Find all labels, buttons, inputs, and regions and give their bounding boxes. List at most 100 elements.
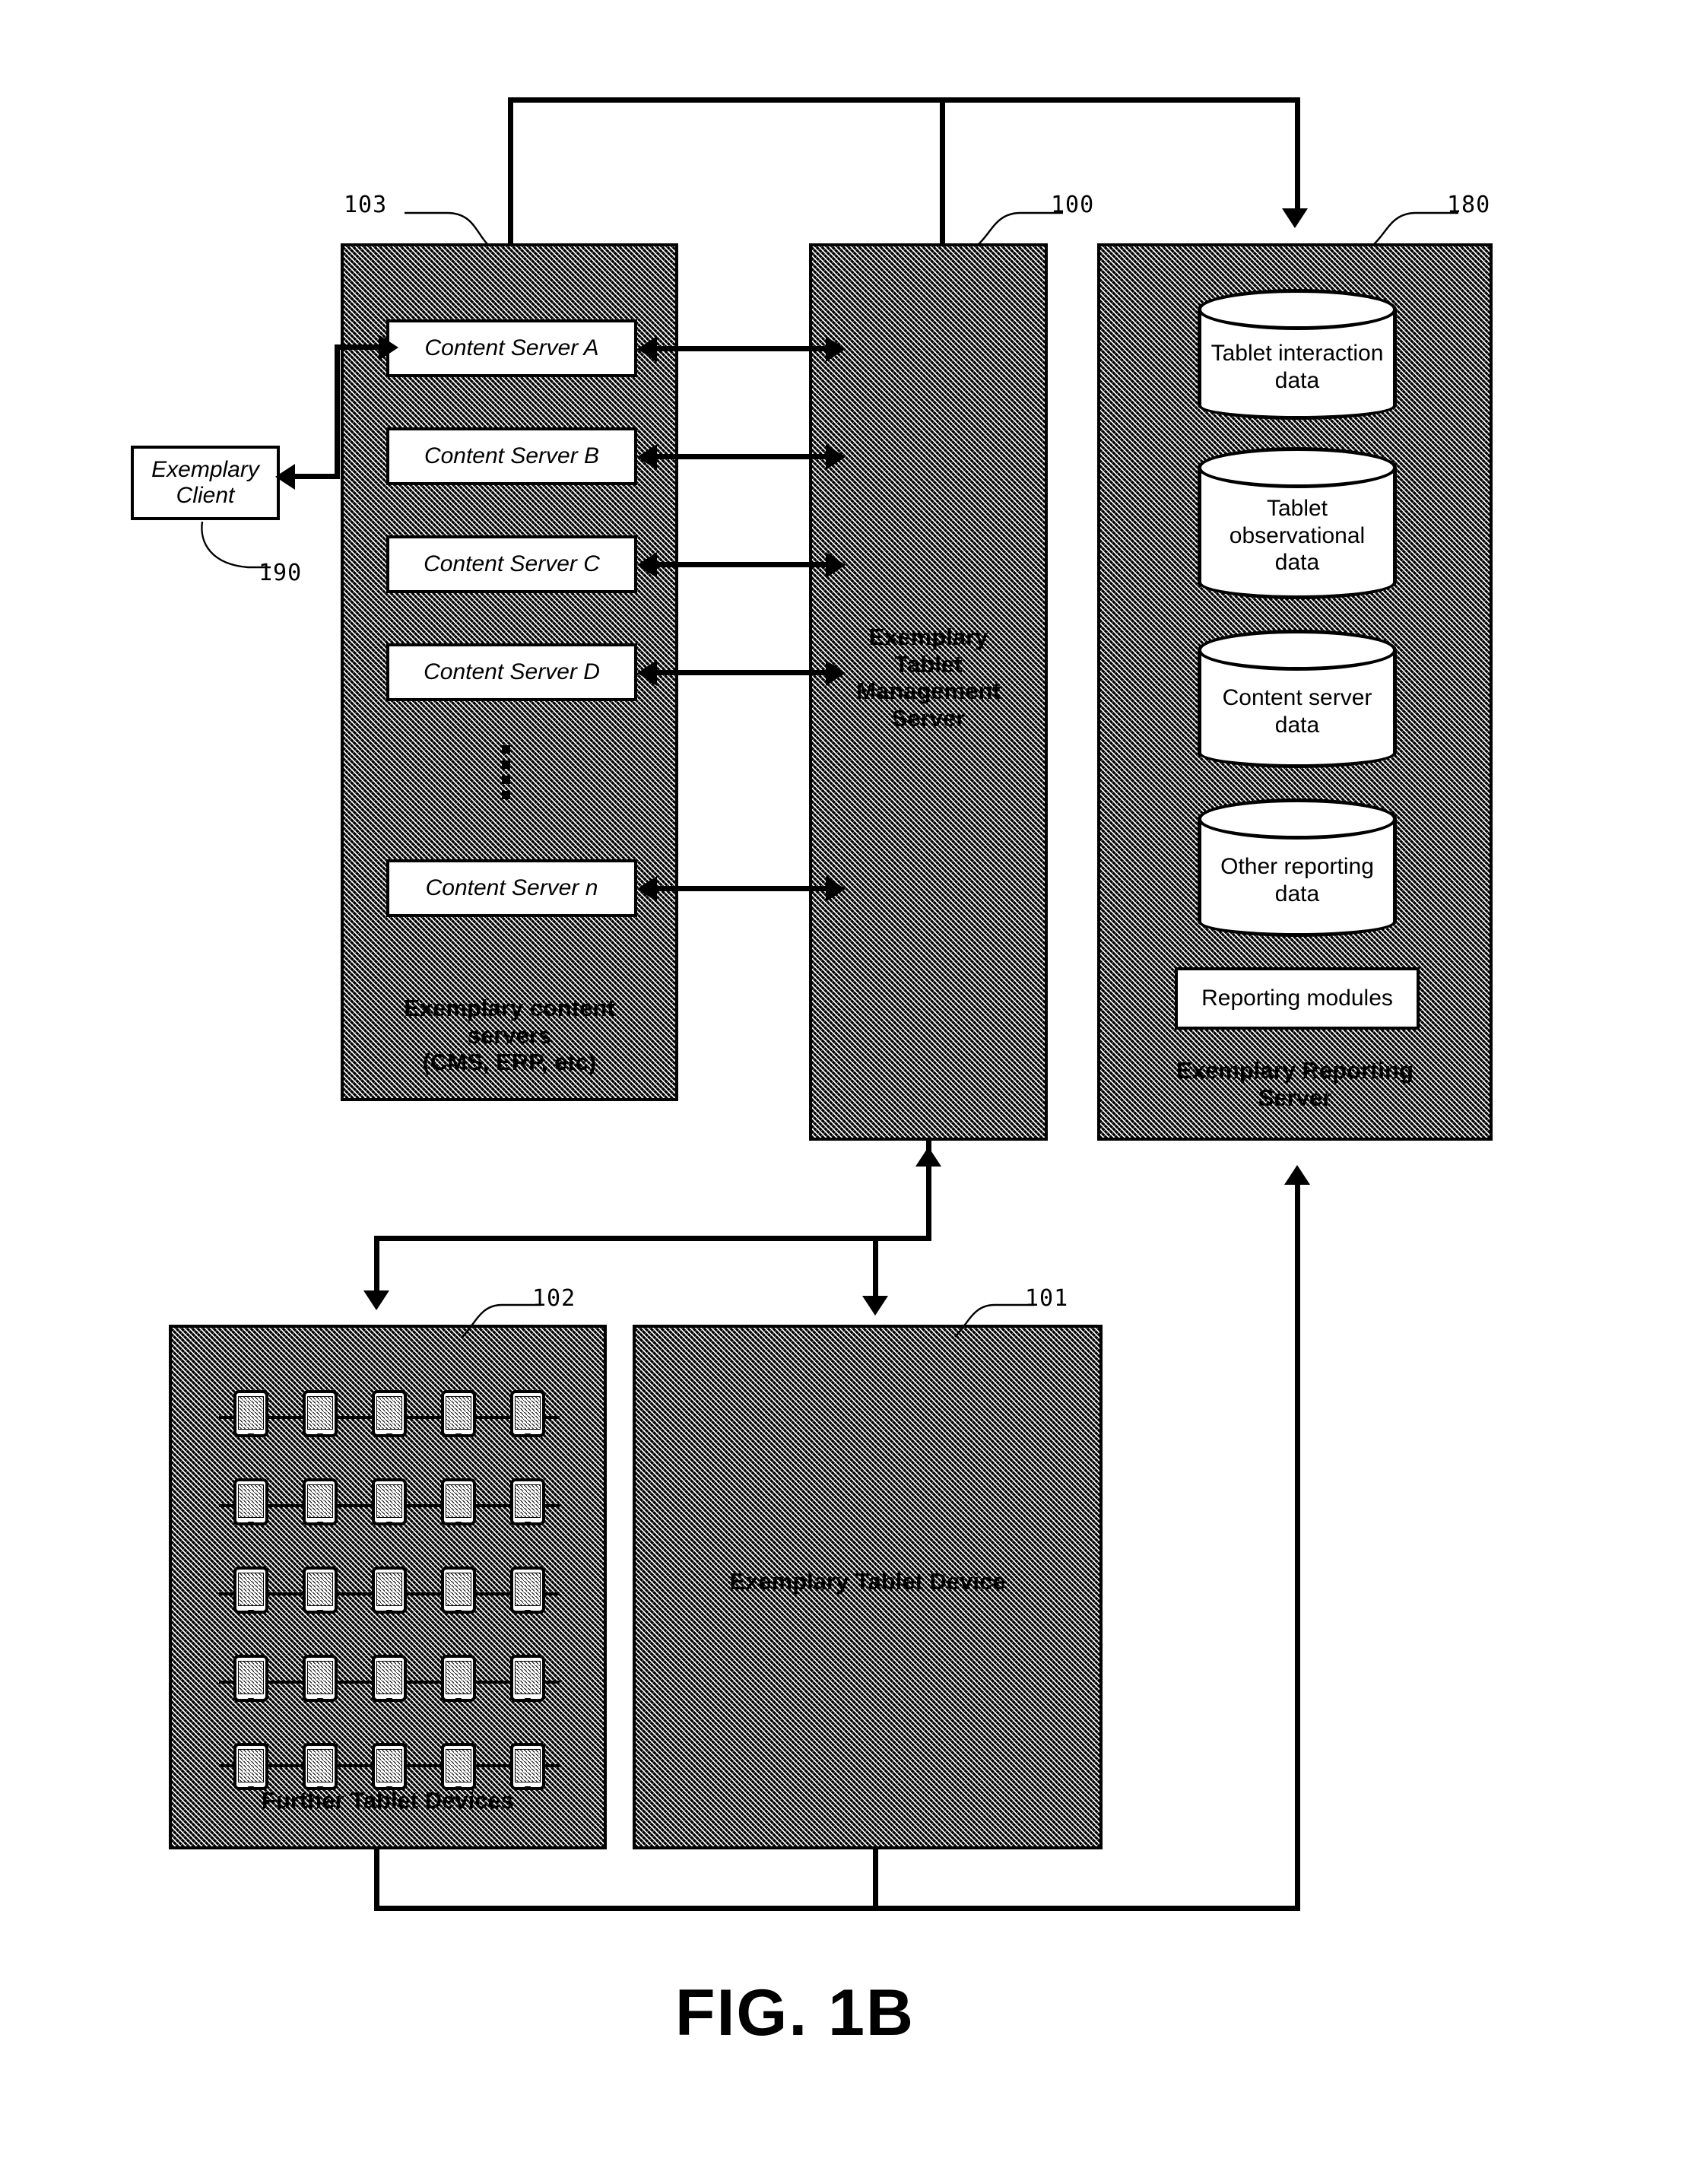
tablet-device-icon — [233, 1655, 268, 1702]
client-feed-vertical — [335, 350, 340, 479]
tablet-home-button — [524, 1522, 531, 1525]
tablet-screen — [515, 1661, 541, 1694]
db1-line-3: data — [1274, 550, 1320, 576]
tablet-home-button — [316, 1433, 324, 1436]
tablet-home-button — [316, 1610, 324, 1613]
figure-caption: FIG. 1B — [675, 1976, 915, 2049]
db2-line-2: data — [1274, 712, 1320, 738]
top-bus-drop-to-management-server — [940, 97, 945, 243]
tablet-home-button — [316, 1522, 324, 1525]
tablet-device-icon — [441, 1390, 477, 1437]
tablet-device-icon — [441, 1567, 477, 1614]
arrow-left-content-server-d — [637, 660, 657, 686]
tablet-screen — [515, 1749, 541, 1782]
db2-line-1: Content server — [1222, 685, 1372, 711]
database-label: Other reporting data — [1213, 853, 1382, 907]
arrow-left-content-server-n — [637, 876, 657, 902]
tablet-home-button — [247, 1433, 255, 1436]
database-tablet-interaction-data: Tablet interaction data — [1198, 289, 1397, 420]
patent-figure-1b: 103 Content Server A Content Server B Co… — [0, 0, 1688, 2184]
content-server-b-label: Content Server B — [424, 443, 600, 468]
content-servers-title-line-1: Exemplary content — [404, 995, 615, 1021]
tablet-device-icon — [510, 1567, 546, 1614]
tablet-screen — [446, 1749, 472, 1782]
link-n-line — [655, 886, 829, 891]
tablet-home-button — [386, 1698, 393, 1701]
tablet-screen — [446, 1573, 472, 1606]
link-b-line — [655, 454, 829, 459]
content-server-a-label: Content Server A — [424, 335, 599, 360]
arrow-up-into-reporting-server — [1284, 1165, 1310, 1185]
tablet-device-icon — [233, 1478, 268, 1525]
tablet-device-icon — [371, 1390, 407, 1437]
tablet-home-button — [247, 1522, 255, 1525]
tablet-screen — [237, 1484, 264, 1518]
database-content-server-data: Content server data — [1198, 630, 1397, 768]
tablet-screen — [446, 1484, 472, 1518]
content-server-d-box[interactable]: Content Server D — [386, 643, 637, 701]
leader-line-101 — [954, 1303, 1034, 1338]
database-label: Tablet observational data — [1222, 495, 1372, 576]
tablet-home-button — [386, 1522, 393, 1525]
bottom-bus-riser-reporting-server — [1295, 1171, 1300, 1910]
db3-line-2: data — [1274, 881, 1320, 906]
exemplary-client-label-line-1: Exemplary — [151, 456, 259, 482]
leader-line-180 — [1372, 211, 1458, 246]
db0-line-2: data — [1274, 367, 1320, 393]
tablet-device-icon — [510, 1390, 546, 1437]
tablet-home-button — [455, 1610, 462, 1613]
tablet-home-button — [524, 1698, 531, 1701]
content-servers-title: Exemplary content servers (CMS, ERP, etc… — [344, 995, 675, 1076]
database-tablet-observational-data: Tablet observational data — [1198, 447, 1397, 599]
content-server-b-box[interactable]: Content Server B — [386, 427, 637, 485]
tablet-home-button — [386, 1433, 393, 1436]
reporting-server-title: Exemplary Reporting Server — [1099, 1057, 1491, 1111]
tablet-screen — [515, 1573, 541, 1606]
tablet-device-icon — [302, 1743, 338, 1790]
top-bus-drop-to-reporting-server — [1295, 97, 1300, 211]
arrow-left-content-server-b — [637, 444, 657, 470]
reporting-modules-label: Reporting modules — [1201, 986, 1393, 1011]
reporting-server-title-line-1: Exemplary Reporting — [1176, 1057, 1414, 1084]
tablet-screen — [237, 1661, 264, 1694]
client-feed-top-horizontal — [335, 344, 382, 350]
exemplary-tablet-device-title: Exemplary Tablet Device — [729, 1568, 1006, 1595]
arrow-down-into-exemplary-tablet — [862, 1296, 888, 1316]
link-d-line — [655, 670, 829, 675]
content-server-c-box[interactable]: Content Server C — [386, 535, 637, 593]
reporting-modules-box[interactable]: Reporting modules — [1175, 967, 1420, 1030]
management-server-title-line-2: Tablet — [894, 650, 963, 678]
tablet-screen — [376, 1484, 402, 1518]
top-bus-drop-to-content-servers — [508, 97, 513, 243]
db0-line-1: Tablet interaction — [1210, 341, 1384, 367]
content-server-n-box[interactable]: Content Server n — [386, 859, 637, 917]
tablet-screen — [515, 1484, 541, 1518]
tablet-home-button — [247, 1698, 255, 1701]
content-server-a-box[interactable]: Content Server A — [386, 319, 637, 377]
arrow-down-to-reporting-server — [1282, 208, 1308, 228]
content-servers-title-line-3: (CMS, ERP, etc) — [422, 1049, 597, 1076]
content-server-c-label: Content Server C — [424, 551, 600, 576]
arrow-left-content-server-c — [637, 552, 657, 578]
tablet-screen — [237, 1749, 264, 1782]
mid-bus-drop-to-further-tablets — [374, 1236, 379, 1298]
tablet-home-button — [524, 1433, 531, 1436]
tablet-home-button — [247, 1610, 255, 1613]
further-tablet-devices-title: Further Tablet Devices — [262, 1787, 514, 1814]
tablet-device-icon — [510, 1655, 546, 1702]
exemplary-client-box[interactable]: Exemplary Client — [131, 446, 280, 520]
tablet-device-icon — [441, 1655, 477, 1702]
bottom-bus-riser-further-tablets — [374, 1849, 379, 1910]
arrow-right-management-from-d — [826, 660, 846, 686]
arrow-up-into-management-server — [915, 1147, 941, 1167]
content-server-d-label: Content Server D — [424, 659, 600, 684]
top-bus-horizontal — [508, 97, 1300, 103]
tablet-screen — [376, 1396, 402, 1430]
arrow-right-management-from-n — [826, 876, 846, 902]
tablet-home-button — [455, 1698, 462, 1701]
tablet-screen — [376, 1749, 402, 1782]
management-server-title-line-4: Server — [891, 704, 966, 732]
ref-103: 103 — [344, 192, 388, 218]
tablet-device-icon — [510, 1478, 546, 1525]
tablet-device-icon — [302, 1567, 338, 1614]
